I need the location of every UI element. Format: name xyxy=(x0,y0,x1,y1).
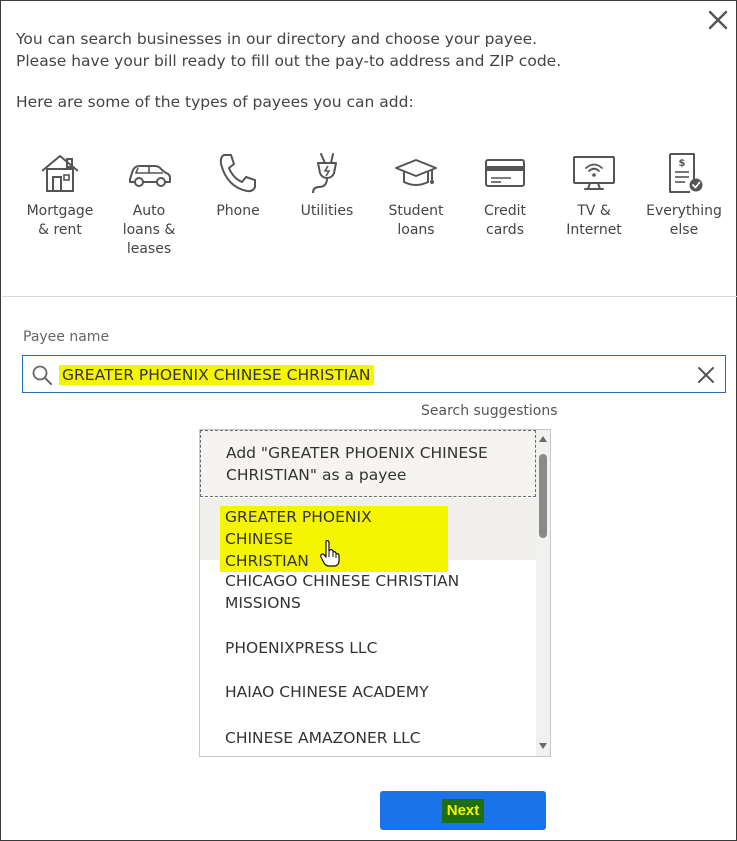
payee-type-everything-else[interactable]: $ Everything else xyxy=(640,151,728,240)
svg-text:$: $ xyxy=(679,158,686,169)
suggestion-line-1: Add "GREATER PHOENIX CHINESE xyxy=(226,444,488,462)
payee-type-label-1: Student xyxy=(388,203,444,219)
payee-types-heading: Here are some of the types of payees you… xyxy=(16,93,414,111)
payee-type-label-2: Internet xyxy=(566,222,622,238)
payee-type-label-1: Credit xyxy=(483,203,527,219)
phone-icon xyxy=(219,154,256,193)
suggestions-scrollbar[interactable] xyxy=(536,430,550,756)
suggestion-item-2[interactable]: CHICAGO CHINESE CHRISTIAN MISSIONS xyxy=(200,570,536,614)
intro-line-2: Please have your bill ready to fill out … xyxy=(16,52,562,70)
suggestion-line-2: CHRISTIAN" as a payee xyxy=(226,466,407,484)
search-suggestions-heading: Search suggestions xyxy=(421,403,558,419)
house-icon xyxy=(41,155,79,192)
add-custom-payee-option[interactable]: Add "GREATER PHOENIX CHINESE CHRISTIAN" … xyxy=(200,430,536,497)
document-check-icon: $ xyxy=(669,153,703,193)
payee-type-label-1: Everything xyxy=(646,203,722,219)
suggestion-item-5[interactable]: CHINESE AMAZONER LLC xyxy=(200,727,536,749)
payee-type-mortgage[interactable]: Mortgage & rent xyxy=(16,151,104,240)
payee-type-label-2: & rent xyxy=(38,222,82,238)
payee-type-label-1: TV & xyxy=(577,203,611,219)
payee-type-phone[interactable]: Phone xyxy=(194,151,282,221)
payee-type-label-2: loans & xyxy=(122,222,176,238)
credit-card-icon xyxy=(485,159,525,187)
payee-type-label-2: cards xyxy=(486,222,524,238)
suggestion-line-1: HAIAO CHINESE ACADEMY xyxy=(225,683,429,701)
scroll-up-arrow-icon[interactable] xyxy=(539,436,547,442)
suggestion-line-1: CHINESE AMAZONER LLC xyxy=(225,729,421,747)
next-button[interactable]: Next xyxy=(380,791,546,830)
suggestion-line-1: GREATER PHOENIX CHINESE xyxy=(225,508,372,548)
suggestion-line-2: MISSIONS xyxy=(225,594,301,612)
suggestions-dropdown: Add "GREATER PHOENIX CHINESE CHRISTIAN" … xyxy=(199,429,551,757)
section-divider xyxy=(2,296,737,297)
suggestion-line-1: CHICAGO CHINESE CHRISTIAN xyxy=(225,572,460,590)
payee-search-input[interactable]: GREATER PHOENIX CHINESE CHRISTIAN xyxy=(22,355,726,393)
scroll-down-arrow-icon[interactable] xyxy=(539,743,547,749)
next-button-label: Next xyxy=(441,798,485,823)
payee-type-label-1: Auto xyxy=(132,203,166,219)
payee-type-credit-cards[interactable]: Credit cards xyxy=(461,151,549,240)
payee-type-label-3: leases xyxy=(126,241,172,257)
suggestion-line-1: PHOENIXPRESS LLC xyxy=(225,639,378,657)
payee-type-label-1: Utilities xyxy=(300,203,354,219)
payee-type-label-1: Phone xyxy=(216,203,260,219)
payee-search-value[interactable]: GREATER PHOENIX CHINESE CHRISTIAN xyxy=(59,365,374,385)
suggestion-item-4[interactable]: HAIAO CHINESE ACADEMY xyxy=(200,681,536,703)
suggestion-line-2: CHRISTIAN xyxy=(225,552,309,570)
plug-icon xyxy=(312,153,337,194)
car-icon xyxy=(129,165,171,187)
search-icon xyxy=(32,365,52,385)
scrollbar-thumb[interactable] xyxy=(539,454,547,538)
payee-type-auto[interactable]: Auto loans & leases xyxy=(105,151,193,259)
monitor-wifi-icon xyxy=(573,156,615,190)
suggestion-item-1[interactable]: GREATER PHOENIX CHINESE CHRISTIAN xyxy=(200,498,536,572)
suggestion-item-3[interactable]: PHOENIXPRESS LLC xyxy=(200,637,536,659)
payee-type-label-2: loans xyxy=(397,222,435,238)
payee-type-label-2: else xyxy=(669,222,699,238)
intro-line-1: You can search businesses in our directo… xyxy=(16,30,538,48)
payee-name-label: Payee name xyxy=(23,329,110,345)
close-icon[interactable] xyxy=(706,8,730,32)
payee-types-row: Mortgage & rent Auto loans & leases Phon… xyxy=(16,151,731,271)
clear-icon[interactable] xyxy=(696,365,716,385)
payee-type-student-loans[interactable]: Student loans xyxy=(372,151,460,240)
payee-type-utilities[interactable]: Utilities xyxy=(283,151,371,221)
payee-type-tv-internet[interactable]: TV & Internet xyxy=(550,151,638,240)
payee-type-label-1: Mortgage xyxy=(26,203,94,219)
graduation-cap-icon xyxy=(395,159,437,186)
add-payee-dialog: You can search businesses in our directo… xyxy=(0,0,737,841)
hand-pointer-cursor-icon xyxy=(320,540,340,567)
intro-text: You can search businesses in our directo… xyxy=(16,28,561,72)
